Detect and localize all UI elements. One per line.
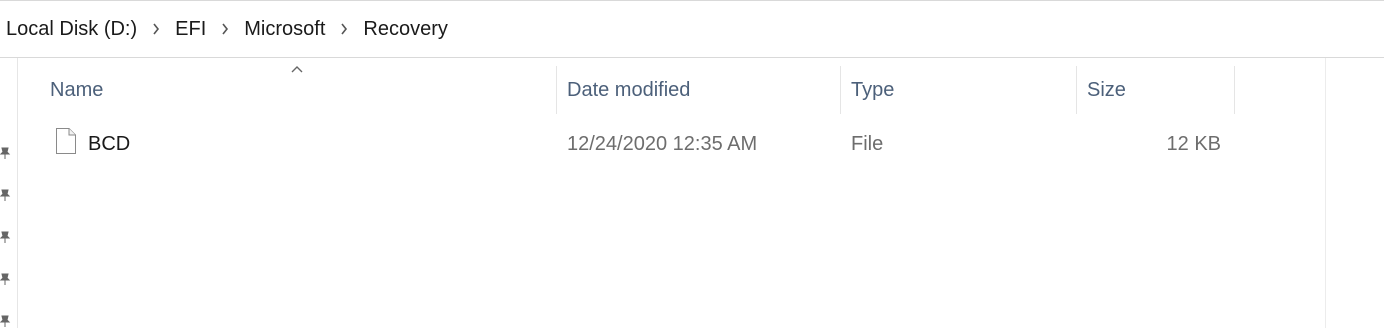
column-header-date-modified[interactable]: Date modified xyxy=(555,66,840,114)
file-date-modified: 12/24/2020 12:35 AM xyxy=(567,132,758,155)
chevron-right-icon[interactable] xyxy=(139,19,173,39)
pin-icon[interactable] xyxy=(0,272,11,286)
column-divider[interactable] xyxy=(1234,66,1235,114)
column-header-size[interactable]: Size xyxy=(1075,66,1235,114)
table-row[interactable]: BCD 12/24/2020 12:35 AM File 12 KB xyxy=(19,122,1234,166)
pin-icon[interactable] xyxy=(0,230,11,244)
file-type: File xyxy=(851,132,884,155)
column-header-name[interactable]: Name xyxy=(38,66,556,114)
breadcrumb: Local Disk (D:) EFI Microsoft Recovery xyxy=(0,0,1384,58)
file-name: BCD xyxy=(88,132,131,155)
pin-icon[interactable] xyxy=(0,188,11,202)
pin-icon[interactable] xyxy=(0,146,11,160)
pin-icon[interactable] xyxy=(0,314,11,328)
breadcrumb-item-local-disk[interactable]: Local Disk (D:) xyxy=(4,17,139,41)
column-header-type[interactable]: Type xyxy=(839,66,1076,114)
generic-file-icon xyxy=(56,128,76,154)
file-list: Name Date modified Type Size BCD 12/24/2… xyxy=(19,58,1325,328)
navigation-pane xyxy=(0,58,18,328)
chevron-right-icon[interactable] xyxy=(327,19,361,39)
breadcrumb-item-efi[interactable]: EFI xyxy=(173,17,208,41)
column-header-row: Name Date modified Type Size xyxy=(19,66,1325,114)
pane-divider xyxy=(1325,58,1326,328)
file-explorer-window: Local Disk (D:) EFI Microsoft Recovery N… xyxy=(0,0,1384,328)
breadcrumb-item-recovery[interactable]: Recovery xyxy=(361,17,449,41)
breadcrumb-item-microsoft[interactable]: Microsoft xyxy=(242,17,327,41)
chevron-right-icon[interactable] xyxy=(208,19,242,39)
file-size: 12 KB xyxy=(1166,132,1221,155)
